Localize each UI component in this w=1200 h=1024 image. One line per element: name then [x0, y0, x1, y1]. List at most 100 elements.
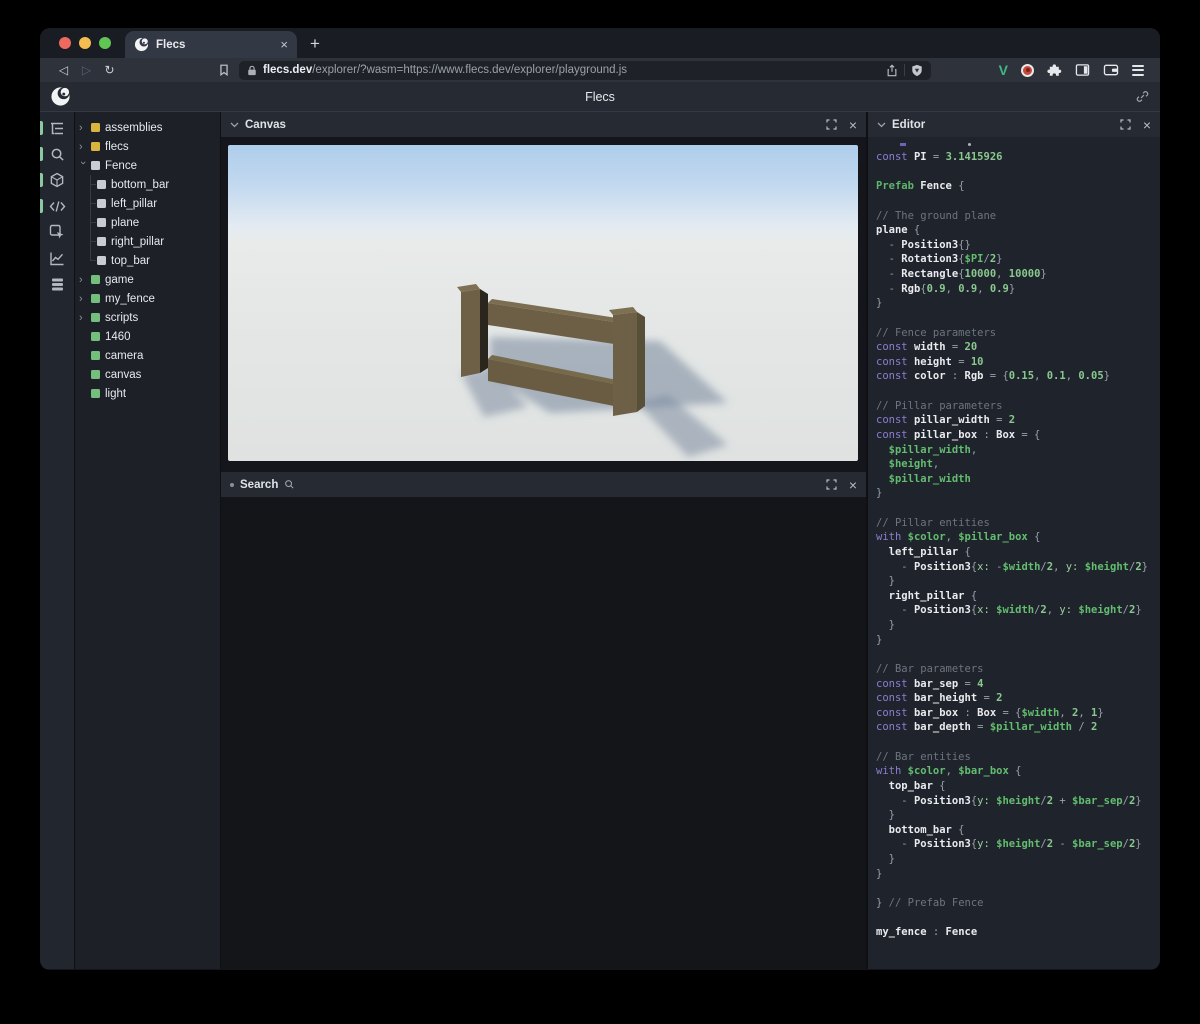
- code-editor[interactable]: const PI = 3.1415926 Prefab Fence { // T…: [868, 137, 1160, 969]
- new-tab-button[interactable]: +: [297, 34, 320, 58]
- tree-item-Fence[interactable]: › Fence: [75, 156, 220, 175]
- recorder-icon[interactable]: [1021, 64, 1034, 77]
- fence-render[interactable]: [228, 145, 858, 461]
- tree-item-label: assemblies: [105, 122, 163, 134]
- tree-item-bottom_bar[interactable]: bottom_bar: [75, 175, 220, 194]
- entity-square-icon: [97, 218, 106, 227]
- tree-item-right_pillar[interactable]: right_pillar: [75, 232, 220, 251]
- tree-item-label: Fence: [105, 160, 137, 172]
- activity-bar: [40, 112, 75, 969]
- tab-close-icon[interactable]: ×: [280, 38, 288, 51]
- code-line: - Position3{y: $height/2 - $bar_sep/2}: [876, 837, 1160, 852]
- search-icon: [50, 147, 65, 162]
- code-line: const bar_depth = $pillar_width / 2: [876, 720, 1160, 735]
- flecs-favicon: [134, 37, 149, 52]
- close-icon[interactable]: ×: [849, 118, 857, 132]
- entity-square-icon: [97, 237, 106, 246]
- entity-square-icon: [91, 275, 100, 284]
- tree-item-assemblies[interactable]: › assemblies: [75, 118, 220, 137]
- sidebar-icon[interactable]: [1075, 63, 1090, 77]
- code-line: plane {: [876, 223, 1160, 238]
- expand-arrow-icon[interactable]: ›: [79, 274, 91, 286]
- page-title: Flecs: [40, 90, 1160, 104]
- tree-item-left_pillar[interactable]: left_pillar: [75, 194, 220, 213]
- tree-item-label: left_pillar: [111, 198, 157, 210]
- code-line: $pillar_width: [876, 472, 1160, 487]
- activity-canvas[interactable]: [40, 167, 75, 193]
- tree-item-camera[interactable]: camera: [75, 346, 220, 365]
- activity-commands[interactable]: [40, 271, 75, 297]
- inspector-icon: [49, 224, 65, 240]
- tree-item-light[interactable]: light: [75, 384, 220, 403]
- entity-square-icon: [91, 332, 100, 341]
- bookmark-icon[interactable]: [217, 63, 231, 77]
- clipped-code-line: [876, 141, 1160, 150]
- vue-icon[interactable]: V: [999, 62, 1008, 78]
- code-line: [876, 194, 1160, 209]
- tree-item-plane[interactable]: plane: [75, 213, 220, 232]
- expand-icon[interactable]: [1120, 119, 1131, 130]
- chevron-down-icon[interactable]: [230, 122, 239, 128]
- right-pillar-side-face: [637, 312, 645, 412]
- browser-tab[interactable]: Flecs ×: [125, 31, 297, 58]
- browser-toolbar: ◁ ▷ ↻ flecs.dev/explorer/?wasm=https://w…: [40, 58, 1160, 82]
- maximize-window-button[interactable]: [99, 37, 111, 49]
- shield-icon[interactable]: [911, 64, 923, 77]
- stack-icon: [50, 277, 65, 292]
- code-line: const bar_box : Box = {$width, 2, 1}: [876, 706, 1160, 721]
- forward-icon[interactable]: ▷: [75, 63, 98, 77]
- expand-arrow-icon[interactable]: ›: [79, 293, 91, 305]
- code-line: // The ground plane: [876, 209, 1160, 224]
- code-line: - Position3{y: $height/2 + $bar_sep/2}: [876, 794, 1160, 809]
- extension-icons: V: [999, 62, 1148, 78]
- code-line: right_pillar {: [876, 589, 1160, 604]
- code-line: [876, 165, 1160, 180]
- tree-item-top_bar[interactable]: top_bar: [75, 251, 220, 270]
- expand-arrow-icon[interactable]: ›: [79, 122, 91, 134]
- activity-inspector[interactable]: [40, 219, 75, 245]
- tree-item-flecs[interactable]: ›flecs: [75, 137, 220, 156]
- code-line: [876, 501, 1160, 516]
- minimize-window-button[interactable]: [79, 37, 91, 49]
- leaf-dash-icon: [79, 350, 91, 362]
- search-panel-title: Search: [240, 479, 278, 491]
- tree-item-label: game: [105, 274, 134, 286]
- activity-search[interactable]: [40, 141, 75, 167]
- activity-stats[interactable]: [40, 245, 75, 271]
- activity-code[interactable]: [40, 193, 75, 219]
- expand-icon[interactable]: [826, 479, 837, 490]
- chevron-down-icon[interactable]: [877, 122, 886, 128]
- extensions-icon[interactable]: [1047, 63, 1062, 78]
- collapse-arrow-icon[interactable]: ›: [77, 161, 89, 173]
- code-line: left_pillar {: [876, 545, 1160, 560]
- expand-arrow-icon[interactable]: ›: [79, 312, 91, 324]
- url-bar[interactable]: flecs.dev/explorer/?wasm=https://www.fle…: [239, 61, 931, 80]
- tree-item-game[interactable]: › game: [75, 270, 220, 289]
- close-icon[interactable]: ×: [1143, 118, 1151, 132]
- url-text: flecs.dev/explorer/?wasm=https://www.fle…: [263, 64, 880, 76]
- share-icon[interactable]: [886, 64, 898, 77]
- back-icon[interactable]: ◁: [52, 63, 75, 77]
- reload-icon[interactable]: ↻: [98, 63, 121, 77]
- tree-item-label: 1460: [105, 331, 131, 343]
- code-line: $height,: [876, 457, 1160, 472]
- tree-item-my_fence[interactable]: ›my_fence: [75, 289, 220, 308]
- center-column: Canvas ×: [221, 112, 866, 969]
- close-icon[interactable]: ×: [849, 478, 857, 492]
- wallet-icon[interactable]: [1103, 63, 1119, 77]
- panel-dot-icon[interactable]: [230, 483, 234, 487]
- code-line: }: [876, 633, 1160, 648]
- tree-item-1460[interactable]: 1460: [75, 327, 220, 346]
- editor-panel-header: Editor ×: [868, 112, 1160, 137]
- tree-item-scripts[interactable]: ›scripts: [75, 308, 220, 327]
- code-lines: const PI = 3.1415926 Prefab Fence { // T…: [876, 150, 1160, 940]
- menu-icon[interactable]: [1132, 65, 1144, 76]
- expand-arrow-icon[interactable]: ›: [79, 141, 91, 153]
- activity-outline[interactable]: [40, 115, 75, 141]
- search-panel-body[interactable]: [221, 497, 866, 969]
- close-window-button[interactable]: [59, 37, 71, 49]
- tree-item-canvas[interactable]: canvas: [75, 365, 220, 384]
- expand-icon[interactable]: [826, 119, 837, 130]
- entity-square-icon: [97, 199, 106, 208]
- window-controls: [40, 37, 125, 58]
